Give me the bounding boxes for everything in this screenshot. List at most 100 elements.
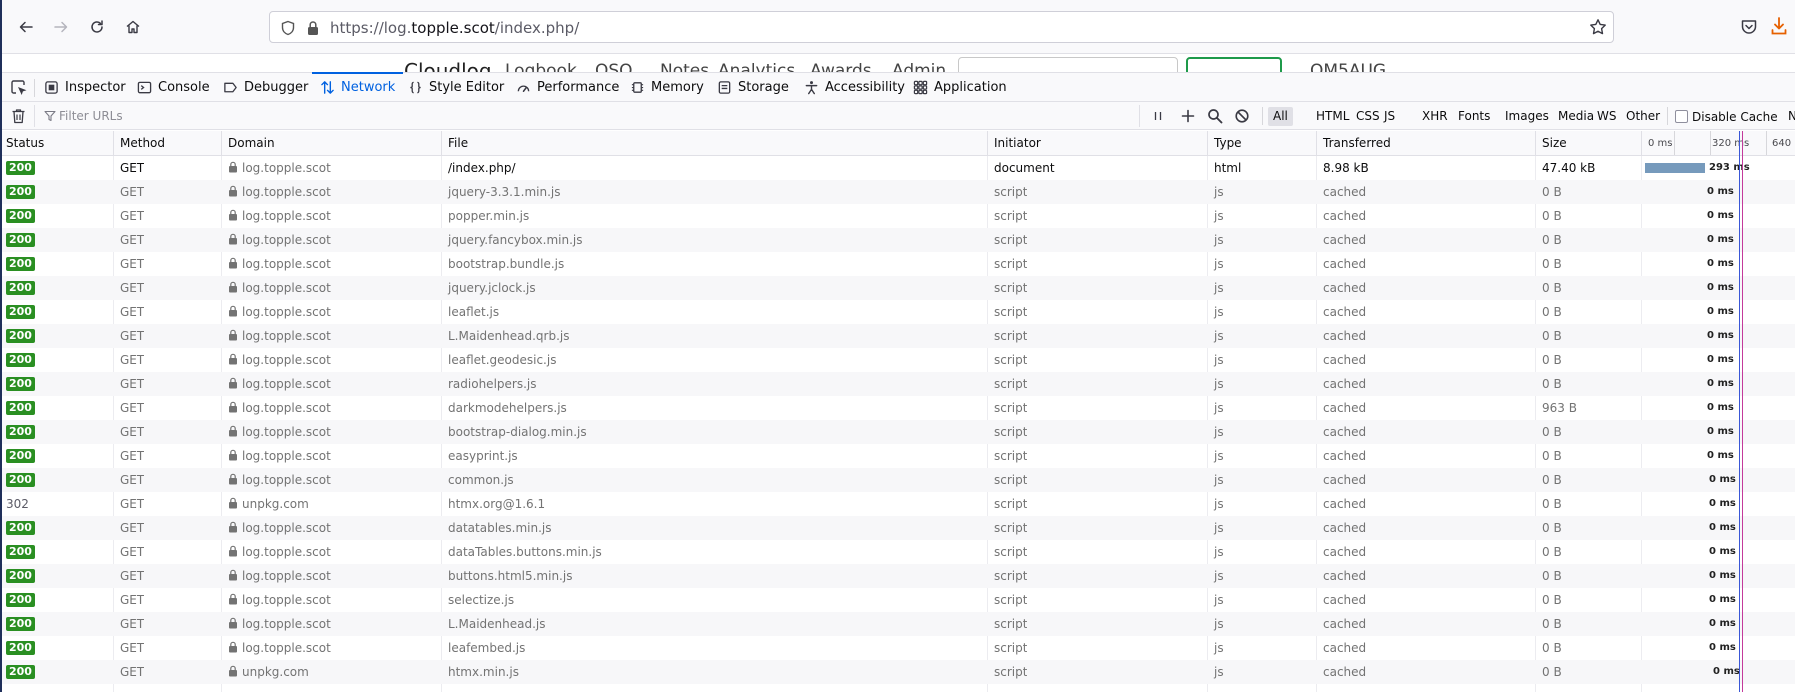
request-row[interactable]: 200 GET log.topple.scot jquery.fancybox.min…	[0, 228, 1795, 252]
load-event-line	[1742, 131, 1743, 692]
cell-transferred: 8.98 kB	[1323, 161, 1369, 175]
tab-performance[interactable]: Performance	[516, 73, 619, 102]
column-header-initiator[interactable]: Initiator	[988, 131, 1208, 155]
tab-network[interactable]: Network	[311, 72, 404, 102]
waterfall-tick-line	[1710, 131, 1711, 155]
cell-size: 47.40 kB	[1542, 161, 1596, 175]
request-row[interactable]: 200 GET log.topple.scot bootstrap.bundle.js…	[0, 252, 1795, 276]
request-row[interactable]: 200 GET log.topple.scot popper.min.js script…	[0, 204, 1795, 228]
waterfall-timing-label: 0 ms	[1707, 426, 1734, 437]
column-header-domain[interactable]: Domain	[222, 131, 442, 155]
request-row[interactable]: 200 GET log.topple.scot L.Maidenhead.qrb.js…	[0, 324, 1795, 348]
domain-text: log.topple.scot	[242, 545, 331, 559]
tab-label: Memory	[651, 80, 704, 95]
cell-type: js	[1214, 401, 1224, 415]
back-button[interactable]	[12, 13, 40, 41]
request-row[interactable]: 200 GET log.topple.scot datatables.min.js sc…	[0, 516, 1795, 540]
tab-inspector[interactable]: Inspector	[44, 73, 126, 102]
request-row[interactable]: 200 GET log.topple.scot jquery.jclock.js scr…	[0, 276, 1795, 300]
cell-method: GET	[120, 281, 145, 295]
tab-application[interactable]: Application	[913, 73, 1007, 102]
bookmark-star-icon[interactable]	[1589, 18, 1607, 36]
secure-lock-icon	[229, 593, 237, 605]
element-picker-icon[interactable]	[10, 79, 28, 97]
search-icon[interactable]	[1207, 108, 1223, 124]
filter-type-xhr[interactable]: XHR	[1417, 107, 1453, 126]
filter-type-html[interactable]: HTML	[1311, 107, 1354, 126]
request-row[interactable]: 200 GET log.topple.scot jquery-3.3.1.min.js…	[0, 180, 1795, 204]
url-bar[interactable]: https://log.topple.scot/index.php/	[269, 11, 1614, 43]
filter-type-fonts[interactable]: Fonts	[1453, 107, 1495, 126]
reload-button[interactable]	[83, 13, 111, 41]
request-row[interactable]: 200 GET log.topple.scot/index.php/document…	[0, 156, 1795, 180]
tab-console[interactable]: Console	[137, 73, 210, 102]
tab-storage[interactable]: Storage	[717, 73, 789, 102]
request-row[interactable]: 200 GET log.topple.scot radiohelpers.js scri…	[0, 372, 1795, 396]
tab-style-editor[interactable]: Style Editor	[408, 73, 504, 102]
pocket-icon[interactable]	[1740, 18, 1758, 36]
cell-initiator: script	[994, 617, 1028, 631]
status-badge: 200	[6, 305, 35, 319]
column-header-method[interactable]: Method	[114, 131, 222, 155]
peek-nav-notes: Notes	[660, 61, 710, 72]
url-text[interactable]: https://log.topple.scot/index.php/	[330, 19, 579, 37]
disable-cache-checkbox[interactable]	[1675, 110, 1688, 123]
column-header-status[interactable]: Status	[0, 131, 114, 155]
request-row[interactable]: 200 GET log.topple.scot buttons.html5.min.j…	[0, 564, 1795, 588]
block-icon[interactable]	[1234, 108, 1250, 124]
cell-transferred: cached	[1323, 497, 1367, 511]
storage-icon	[718, 81, 731, 94]
filter-urls-input[interactable]	[59, 107, 1119, 125]
filter-type-ws[interactable]: WS	[1592, 107, 1621, 126]
request-row[interactable]: 200 GET unpkg.com htmx.min.js script js cached…	[0, 660, 1795, 684]
request-row[interactable]: 200 GET log.topple.scot bootstrap-dialog.mi…	[0, 420, 1795, 444]
page-content-peek: Cloudlog Logbook QSO Notes Analytics Awa…	[0, 55, 1795, 72]
filter-type-js[interactable]: JS	[1379, 107, 1400, 126]
filter-type-all[interactable]: All	[1268, 107, 1293, 126]
request-row[interactable]: 200 GET log.topple.scot L.Maidenhead.js scri…	[0, 612, 1795, 636]
cell-status: 200	[0, 228, 35, 252]
cell-type: js	[1214, 665, 1224, 679]
pause-icon[interactable]	[1150, 108, 1166, 124]
request-row[interactable]: 302 GET unpkg.com htmx.org@1.6.1 script js cac…	[0, 492, 1795, 516]
download-icon[interactable]	[1770, 16, 1788, 36]
tab-debugger[interactable]: Debugger	[223, 73, 308, 102]
tab-accessibility[interactable]: Accessibility	[804, 73, 905, 102]
cell-file: darkmodehelpers.js	[448, 401, 567, 415]
disable-cache-toggle[interactable]: Disable Cache	[1675, 107, 1778, 126]
request-row[interactable]: 200 GET log.topple.scot leafembed.js script j…	[0, 636, 1795, 660]
trash-icon[interactable]	[11, 108, 26, 124]
waterfall-header[interactable]: 0 ms 320 ms 640	[1642, 131, 1795, 155]
cell-initiator: script	[994, 425, 1028, 439]
throttling-menu-cutoff[interactable]: N	[1788, 107, 1795, 126]
tracking-protection-icon[interactable]	[280, 20, 296, 36]
request-row[interactable]: 200 GET log.topple.scot darkmodehelpers.js s…	[0, 396, 1795, 420]
filter-urls-box[interactable]	[34, 105, 1140, 127]
secure-lock-icon	[229, 425, 237, 437]
filter-type-images[interactable]: Images	[1500, 107, 1554, 126]
peek-nav-analytics: Analytics	[718, 61, 796, 72]
request-row[interactable]: 200 GET log.topple.scot common.js script js ca…	[0, 468, 1795, 492]
browser-toolbar: https://log.topple.scot/index.php/	[0, 0, 1795, 54]
plus-icon[interactable]	[1180, 108, 1196, 124]
column-header-file[interactable]: File	[442, 131, 988, 155]
cell-initiator: script	[994, 353, 1028, 367]
request-row[interactable]: 200 GET log.topple.scot leaflet.js script js c…	[0, 300, 1795, 324]
request-row[interactable]: 200 GET log.topple.scot selectize.js script j…	[0, 588, 1795, 612]
cell-size: 963 B	[1542, 401, 1577, 415]
lock-icon[interactable]	[306, 20, 320, 36]
home-button[interactable]	[119, 13, 147, 41]
column-header-transferred[interactable]: Transferred	[1317, 131, 1536, 155]
forward-button[interactable]	[47, 13, 75, 41]
filter-type-other[interactable]: Other	[1621, 107, 1665, 126]
secure-lock-icon	[229, 233, 237, 245]
cell-initiator: script	[994, 185, 1028, 199]
request-row[interactable]: 200 GET log.topple.scot dataTables.buttons.…	[0, 540, 1795, 564]
tab-memory[interactable]: Memory	[630, 73, 704, 102]
peek-nav-awards: Awards	[810, 61, 872, 72]
cell-status: 200	[0, 300, 35, 324]
column-header-type[interactable]: Type	[1208, 131, 1317, 155]
column-header-size[interactable]: Size	[1536, 131, 1642, 155]
request-row[interactable]: 200 GET log.topple.scot easyprint.js script j…	[0, 444, 1795, 468]
request-row[interactable]: 200 GET log.topple.scot leaflet.geodesic.js…	[0, 348, 1795, 372]
